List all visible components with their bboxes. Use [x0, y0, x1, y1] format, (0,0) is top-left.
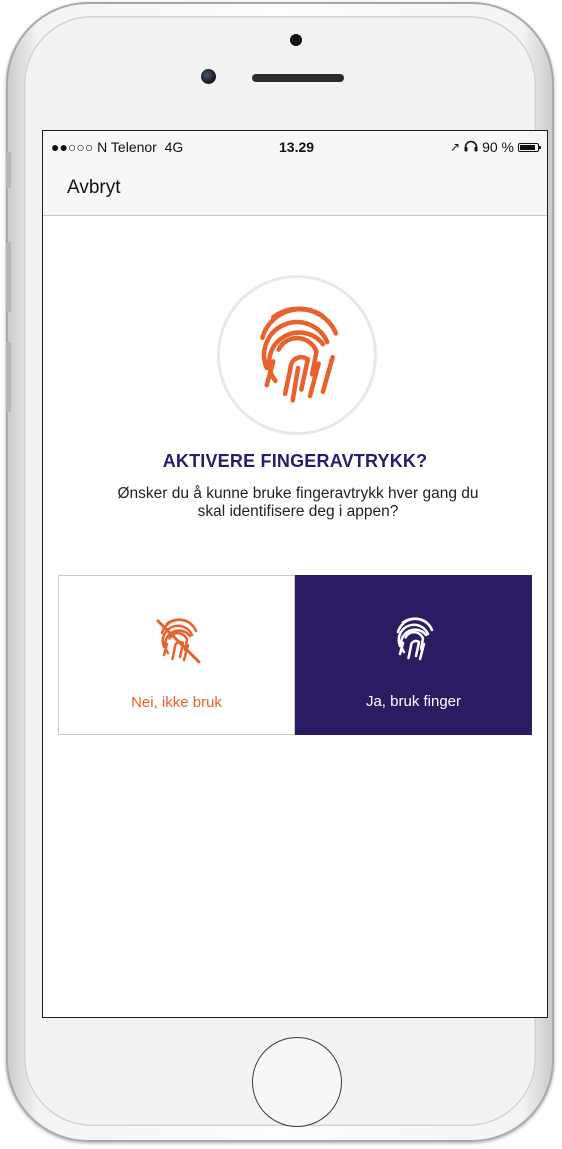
headphones-icon: [464, 139, 478, 155]
decline-fingerprint-button[interactable]: Nei, ikke bruk: [58, 575, 295, 735]
fingerprint-badge: [217, 275, 377, 435]
status-left: ●●○○○ N Telenor 4G: [51, 139, 183, 155]
proximity-sensor: [290, 34, 302, 46]
volume-up-button: [6, 242, 11, 312]
decline-label: Nei, ikke bruk: [131, 694, 222, 711]
fingerprint-icon: [396, 617, 434, 661]
cancel-button[interactable]: Avbryt: [67, 177, 121, 199]
signal-strength: ●●○○○: [51, 139, 94, 155]
status-bar: ●●○○○ N Telenor 4G 13.29 ↗ 90 %: [43, 131, 547, 161]
battery-icon: [518, 142, 541, 152]
accept-label: Ja, bruk finger: [365, 693, 462, 710]
battery-level: [520, 144, 536, 150]
accept-fingerprint-button[interactable]: Ja, bruk finger: [295, 575, 532, 735]
screen: ●●○○○ N Telenor 4G 13.29 ↗ 90 % Avbryt A…: [42, 130, 548, 1018]
location-icon: ↗: [450, 140, 461, 154]
carrier-name: N Telenor: [97, 139, 157, 155]
home-button[interactable]: [252, 1037, 342, 1127]
earpiece-speaker: [252, 74, 344, 82]
battery-percent: 90 %: [482, 139, 514, 155]
fingerprint-disabled-icon: [156, 618, 201, 664]
mute-switch: [6, 152, 11, 188]
page-description: Ønsker du å kunne bruke fingeravtrykk hv…: [117, 485, 479, 520]
front-camera: [201, 69, 216, 84]
network-type: 4G: [164, 139, 184, 155]
fingerprint-icon: [260, 306, 339, 403]
navigation-bar: Avbryt: [43, 161, 547, 216]
status-time: 13.29: [279, 139, 315, 155]
status-right: ↗ 90 %: [450, 139, 541, 155]
page-title: AKTIVERE FINGERAVTRYKK?: [162, 451, 428, 471]
volume-down-button: [6, 342, 11, 412]
